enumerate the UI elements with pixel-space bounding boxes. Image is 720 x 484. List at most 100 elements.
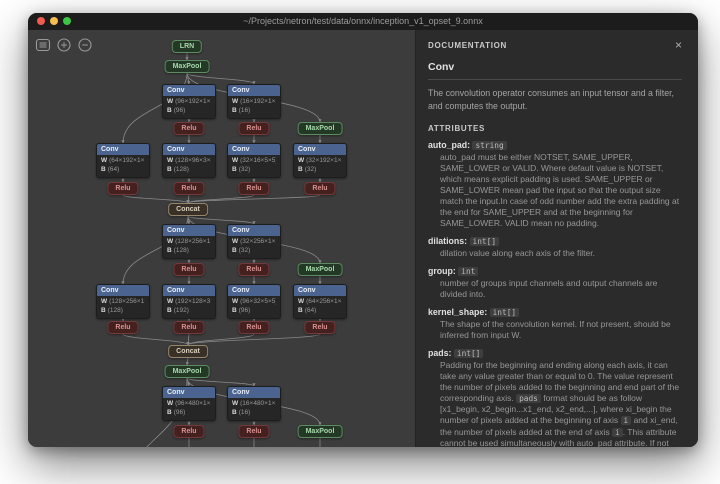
conv-weight-row: B (96) (167, 408, 186, 416)
conv-node-body: W(128×256×1×1)B(128) (97, 296, 149, 318)
conv-node-body: W (32×16×5×5) B (32) (228, 155, 280, 177)
conv-weight-row: W(192×128×3×3) (167, 298, 211, 305)
attribute-name: group: int (428, 266, 682, 276)
graph-node-relu[interactable]: Relu (107, 182, 139, 195)
conv-node-header[interactable]: Conv (228, 285, 280, 296)
graph-node-conv[interactable]: Conv W(128×256×1×1)B(128) (162, 224, 216, 259)
graph-node-conv[interactable]: ConvW(128×256×1×1)B(128) (96, 284, 150, 319)
conv-node-header[interactable]: Conv (163, 285, 215, 296)
graph-node-conv[interactable]: ConvW(32×256×1×1)B(32) (227, 224, 281, 259)
graph-node-lrn[interactable]: LRN (171, 40, 203, 53)
attribute-description: number of groups input channels and outp… (440, 277, 658, 299)
attribute-entry: auto_pad: string auto_pad must be either … (428, 140, 682, 229)
conv-weight-row: W(128×256×1×1) (167, 238, 211, 245)
conv-weight-row: W(32×192×1×1) (298, 157, 342, 164)
graph-node-conv[interactable]: ConvW(64×192×1×1)B(64) (96, 143, 150, 178)
menu-icon[interactable] (35, 37, 51, 53)
attribute-name: pads: int[] (428, 348, 682, 359)
graph-edge (122, 194, 190, 204)
conv-node-header[interactable]: Conv (294, 285, 346, 296)
conv-node-header[interactable]: Conv (97, 285, 149, 296)
graph-node-conv[interactable]: Conv W(96×192×1×1)B(96) (162, 84, 216, 119)
graph-node-relu[interactable]: Relu (173, 321, 205, 334)
graph-edge (186, 333, 321, 346)
graph-node-maxpool[interactable]: MaxPool (297, 122, 343, 135)
conv-weight-row: B (128) (167, 246, 189, 254)
conv-weight-row: B (96) (167, 106, 186, 114)
conv-weight-row: W(128×96×3×3) (167, 157, 211, 164)
attributes-header: ATTRIBUTES (428, 123, 486, 133)
attribute-type: int[] (453, 349, 484, 359)
graph-node-conv[interactable]: ConvW(64×256×1×1)B(64) (293, 284, 347, 319)
conv-node-header[interactable]: Conv (228, 144, 280, 155)
graph-node-conv[interactable]: ConvW(192×128×3×3)B(192) (162, 284, 216, 319)
conv-node-header[interactable]: Conv (163, 144, 215, 155)
graph-node-relu[interactable]: Relu (304, 321, 336, 334)
conv-weight-row: B (96) (232, 306, 251, 314)
conv-node-header[interactable]: Conv (163, 225, 215, 236)
graph-node-maxpool[interactable]: MaxPool (164, 365, 210, 378)
graph-node-maxpool[interactable]: MaxPool (164, 60, 210, 73)
conv-node-body: W(192×128×3×3)B(192) (163, 296, 215, 318)
graph-node-conv[interactable]: ConvW(96×480×1×1)B(96) (162, 386, 216, 421)
zoom-out-icon[interactable] (77, 37, 93, 53)
conv-node-body: W(96×480×1×1)B(96) (163, 398, 215, 420)
documentation-panel: DOCUMENTATION × Conv The convolution ope… (415, 30, 698, 447)
graph-node-maxpool[interactable]: MaxPool (297, 425, 343, 438)
graph-edge (186, 377, 256, 387)
conv-node-header[interactable]: Conv (163, 387, 215, 398)
conv-weight-row: B (32) (232, 165, 251, 173)
attribute-name: dilations: int[] (428, 236, 682, 246)
graph-node-maxpool[interactable]: MaxPool (297, 263, 343, 276)
conv-node-header[interactable]: Conv (97, 144, 149, 155)
graph-node-relu[interactable]: Relu (173, 425, 205, 438)
graph-node-relu[interactable]: Relu (173, 263, 205, 276)
graph-node-relu[interactable]: Relu (238, 425, 270, 438)
attribute-name: auto_pad: string (428, 140, 682, 150)
conv-weight-row: W(16×192×1×1) (232, 98, 276, 105)
graph-edge (186, 194, 321, 204)
conv-weight-row: B (64) (298, 306, 317, 314)
conv-node-body: W(32×192×1×1)B(32) (294, 155, 346, 177)
graph-node-relu[interactable]: Relu (107, 321, 139, 334)
graph-node-conv[interactable]: Conv W (32×16×5×5) B (32) (227, 143, 281, 178)
attribute-entry: group: int number of groups input channel… (428, 266, 682, 300)
graph-node-relu[interactable]: Relu (238, 263, 270, 276)
close-icon[interactable]: × (675, 39, 682, 51)
conv-weight-row: W(96×480×1×1) (167, 400, 211, 407)
conv-weight-row: W(96×192×1×1) (167, 98, 211, 105)
graph-node-relu[interactable]: Relu (238, 182, 270, 195)
attributes-list: auto_pad: string auto_pad must be either … (428, 140, 682, 448)
graph-node-conv[interactable]: ConvW(128×96×3×3)B(128) (162, 143, 216, 178)
graph-node-concat[interactable]: Concat (168, 203, 208, 216)
titlebar: ~/Projects/netron/test/data/onnx/incepti… (28, 13, 698, 31)
conv-node-header[interactable]: Conv (294, 144, 346, 155)
graph-node-conv[interactable]: Conv W (96×32×5×5) B (96) (227, 284, 281, 319)
conv-node-header[interactable]: Conv (163, 85, 215, 96)
graph-node-conv[interactable]: ConvW(16×192×1×1)B(16) (227, 84, 281, 119)
graph-node-relu[interactable]: Relu (238, 122, 270, 135)
operator-summary: The convolution operator consumes an inp… (428, 88, 674, 111)
conv-node-header[interactable]: Conv (228, 225, 280, 236)
graph-edge (187, 215, 256, 225)
conv-node-body: W(16×192×1×1)B(16) (228, 96, 280, 118)
graph-node-relu[interactable]: Relu (173, 182, 205, 195)
conv-weight-row: B (64) (101, 165, 120, 173)
conv-node-body: W(32×256×1×1)B(32) (228, 236, 280, 258)
zoom-in-icon[interactable] (56, 37, 72, 53)
window-title: ~/Projects/netron/test/data/onnx/incepti… (243, 16, 483, 26)
conv-weight-row: W (96×32×5×5) (232, 298, 276, 305)
conv-node-header[interactable]: Conv (228, 387, 280, 398)
graph-node-relu[interactable]: Relu (238, 321, 270, 334)
graph-node-conv[interactable]: ConvW(32×192×1×1)B(32) (293, 143, 347, 178)
graph-node-conv[interactable]: ConvW(16×480×1×1)B(16) (227, 386, 281, 421)
attribute-type: int[] (489, 307, 520, 317)
graph-node-relu[interactable]: Relu (173, 122, 205, 135)
conv-node-header[interactable]: Conv (228, 85, 280, 96)
graph-node-concat[interactable]: Concat (168, 345, 208, 358)
conv-weight-row: W(32×256×1×1) (232, 238, 276, 245)
graph-node-relu[interactable]: Relu (304, 182, 336, 195)
conv-node-body: W(64×256×1×1)B(64) (294, 296, 346, 318)
graph-edge (186, 194, 190, 204)
conv-weight-row: B (32) (298, 165, 317, 173)
